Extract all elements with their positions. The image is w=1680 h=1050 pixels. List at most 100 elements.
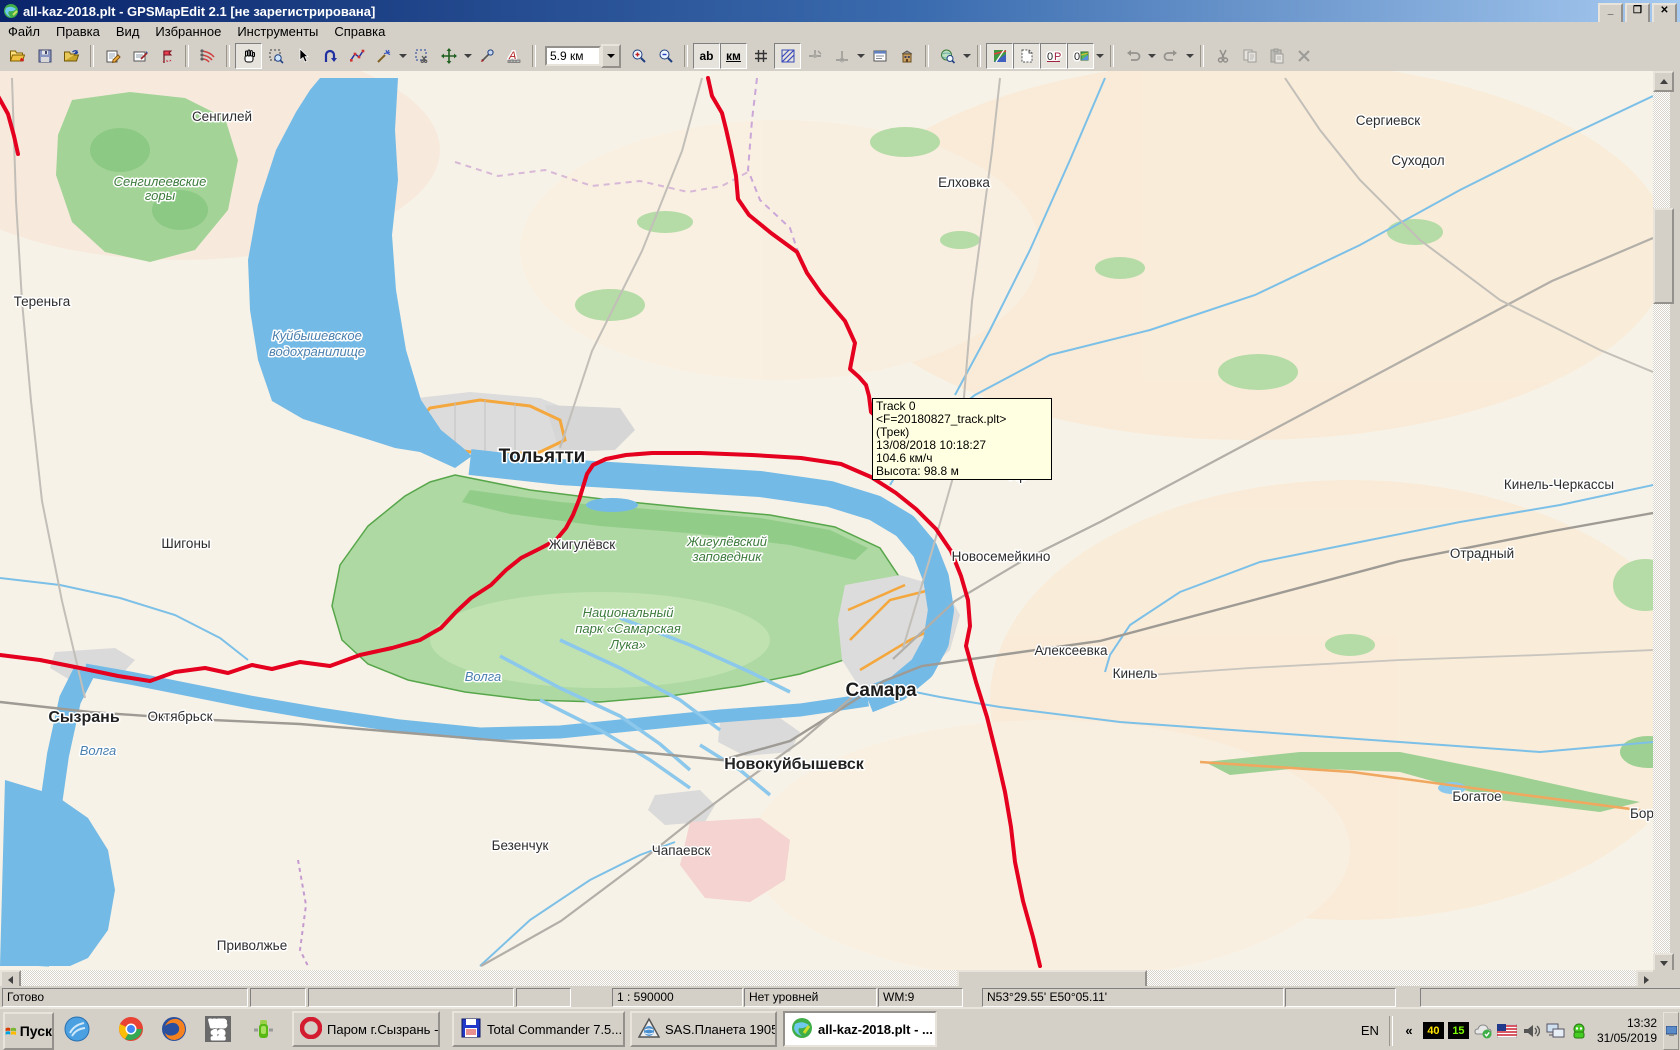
close-button[interactable]: ✕	[1652, 3, 1677, 24]
magic-wand-icon[interactable]	[370, 43, 397, 69]
map-label: Богатое	[1452, 789, 1501, 804]
route-icon[interactable]	[194, 43, 221, 69]
tray-speaker-icon[interactable]	[1521, 1021, 1541, 1041]
raster-dropdown[interactable]	[1094, 44, 1105, 68]
status-empty-1	[250, 988, 306, 1007]
show-map-icon[interactable]	[986, 43, 1013, 69]
language-indicator[interactable]: EN	[1351, 1023, 1389, 1038]
select-arrow-icon[interactable]	[289, 43, 316, 69]
junction2-icon[interactable]	[828, 43, 855, 69]
edit-properties-icon[interactable]	[126, 43, 153, 69]
menu-правка[interactable]: Правка	[48, 22, 108, 41]
properties-icon[interactable]	[99, 43, 126, 69]
redo-dropdown[interactable]	[1184, 44, 1195, 68]
status-empty-5	[1420, 988, 1680, 1007]
move-dropdown[interactable]	[462, 44, 473, 68]
svg-text:0: 0	[1074, 51, 1080, 63]
building-icon[interactable]	[893, 43, 920, 69]
blank-page-icon[interactable]	[1013, 43, 1040, 69]
map-label: парк «Самарская	[575, 621, 681, 636]
tray-cloud-icon[interactable]	[1473, 1021, 1493, 1041]
tooltip-line: Высота: 98.8 м	[876, 465, 1048, 478]
grid-toggle[interactable]	[747, 43, 774, 69]
status-empty-3	[516, 988, 571, 1007]
vertical-scroll-thumb[interactable]	[1653, 208, 1674, 304]
delete-icon[interactable]	[1290, 43, 1317, 69]
find-globe-icon[interactable]	[934, 43, 961, 69]
menu-справка[interactable]: Справка	[326, 22, 393, 41]
zoom-out-icon[interactable]	[652, 43, 679, 69]
zoom-select-icon[interactable]	[262, 43, 289, 69]
cut-icon[interactable]	[1209, 43, 1236, 69]
taskbar-task-3[interactable]: SAS.Планета 19052...	[630, 1011, 777, 1047]
quicklaunch-green-app-icon[interactable]	[248, 1014, 278, 1044]
show-raster-icon[interactable]: 0	[1067, 43, 1094, 69]
uturn-icon[interactable]	[316, 43, 343, 69]
map-label: Безенчук	[492, 838, 549, 853]
units-toggle[interactable]: км	[720, 43, 747, 69]
junction-dropdown[interactable]	[855, 44, 866, 68]
tray-badge-40[interactable]: 40	[1423, 1022, 1444, 1039]
move-icon[interactable]	[435, 43, 462, 69]
map-label: Сергиевск	[1356, 113, 1421, 128]
tray-clock[interactable]: 13:32 31/05/2019	[1597, 1016, 1657, 1046]
quicklaunch-wb12-icon[interactable]: WB12	[203, 1014, 233, 1044]
scale-value[interactable]: 5.9 км	[545, 46, 601, 66]
map-label: Чапаевск	[652, 843, 711, 858]
taskbar-task-2[interactable]: Total Commander 7.5...	[452, 1011, 625, 1047]
restore-button[interactable]: ❐	[1625, 3, 1650, 24]
undo-dropdown[interactable]	[1146, 44, 1157, 68]
address-window-icon[interactable]	[866, 43, 893, 69]
show-points-icon[interactable]: 0Р	[1040, 43, 1067, 69]
junction-icon[interactable]	[801, 43, 828, 69]
undo-icon[interactable]	[1119, 43, 1146, 69]
menu-инструменты[interactable]: Инструменты	[229, 22, 326, 41]
taskbar-task-1[interactable]: Паром г.Сызрань - ...	[292, 1011, 440, 1047]
pan-hand-icon[interactable]	[235, 43, 262, 69]
quicklaunch-firefox-icon[interactable]	[159, 1014, 189, 1044]
taskbar-task-4[interactable]: all-kaz-2018.plt - ...	[783, 1011, 937, 1047]
map-label: Волга	[465, 669, 501, 684]
open-map-icon[interactable]	[58, 43, 85, 69]
scale-combobox[interactable]: 5.9 км	[545, 44, 621, 68]
copy-icon[interactable]	[1236, 43, 1263, 69]
menu-файл[interactable]: Файл	[0, 22, 48, 41]
find-dropdown[interactable]	[961, 44, 972, 68]
map-label: Шигоны	[161, 536, 210, 551]
hatch-toggle[interactable]	[774, 43, 801, 69]
add-track-icon[interactable]	[153, 43, 180, 69]
zoom-in-icon[interactable]	[625, 43, 652, 69]
quicklaunch-chrome-icon[interactable]	[116, 1014, 146, 1044]
start-button[interactable]: Пуск	[3, 1012, 54, 1050]
status-wm: WM:9	[878, 988, 963, 1007]
scale-dropdown-arrow[interactable]	[601, 44, 621, 68]
tray-badge-15[interactable]: 15	[1448, 1022, 1469, 1039]
status-coords: N53°29.55' E50°05.11'	[982, 988, 1284, 1007]
label-tool-icon[interactable]: А	[500, 43, 527, 69]
scroll-up-arrow[interactable]	[1653, 71, 1674, 92]
tray-qip-icon[interactable]	[1569, 1021, 1589, 1041]
map-canvas[interactable]: СенгилейСенгилеевскиегорыТереньгаКуйбыше…	[0, 71, 1654, 970]
vertical-scrollbar[interactable]	[1653, 71, 1670, 970]
crop-icon[interactable]	[408, 43, 435, 69]
menu-вид[interactable]: Вид	[108, 22, 148, 41]
labels-toggle[interactable]: ab	[693, 43, 720, 69]
menu-избранное[interactable]: Избранное	[147, 22, 229, 41]
sas-icon	[638, 1017, 660, 1042]
tray-network-icon[interactable]	[1545, 1021, 1565, 1041]
minimize-button[interactable]: _	[1598, 3, 1623, 24]
tray-expand-icon[interactable]: «	[1399, 1021, 1419, 1041]
tray-time: 13:32	[1597, 1016, 1657, 1031]
quicklaunch-winbox-icon[interactable]	[62, 1014, 92, 1044]
map-label: Кинель-Черкассы	[1504, 477, 1614, 492]
paste-icon[interactable]	[1263, 43, 1290, 69]
save-icon[interactable]	[31, 43, 58, 69]
open-file-icon[interactable]	[4, 43, 31, 69]
magic-wand-dropdown[interactable]	[397, 44, 408, 68]
show-desktop-button[interactable]	[1663, 1012, 1679, 1050]
tray-flag-icon[interactable]	[1497, 1021, 1517, 1041]
horizontal-scrollbar[interactable]	[0, 970, 1653, 986]
polyline-icon[interactable]	[343, 43, 370, 69]
attach-icon[interactable]	[473, 43, 500, 69]
redo-icon[interactable]	[1157, 43, 1184, 69]
